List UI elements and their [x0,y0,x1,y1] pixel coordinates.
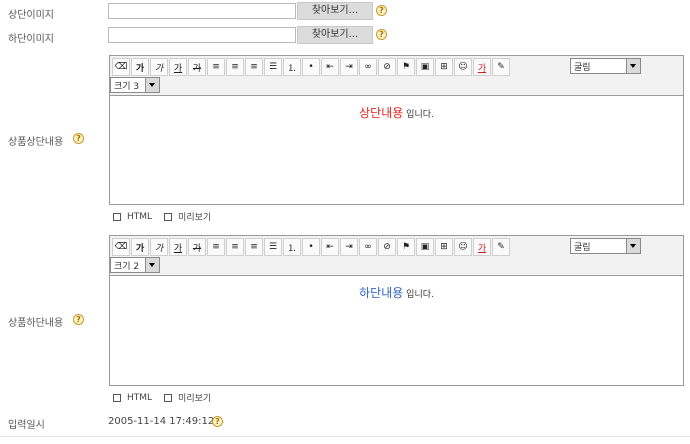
html-checkbox-label: HTML [127,211,153,222]
flag-icon[interactable]: ⚑ [397,58,415,76]
flag-icon[interactable]: ⚑ [397,238,415,256]
top-content-options: HTML 미리보기 [113,210,211,223]
help-icon[interactable]: ? [73,314,84,325]
html-checkbox[interactable] [113,393,121,402]
bottom-content-options: HTML 미리보기 [113,391,211,404]
preview-checkbox-label: 미리보기 [178,394,212,404]
emoticon-icon[interactable]: ☺ [454,58,472,76]
image-icon[interactable]: ▣ [416,58,434,76]
strikethrough-icon[interactable]: 가 [188,238,206,256]
entry-date-label: 입력일시 [8,420,45,431]
top-content-label: 상품상단내용 [8,137,64,148]
top-image-browse-button[interactable]: 찾아보기... [297,2,373,20]
editor-content-text: 하단내용 입니다. [359,286,434,300]
align-left-icon[interactable]: ≡ [207,238,225,256]
preview-checkbox[interactable] [164,393,173,402]
font-size-select[interactable]: 크기 2 [110,257,160,273]
italic-icon[interactable]: 가 [150,238,168,256]
help-icon[interactable]: ? [73,133,84,144]
eraser-icon[interactable]: ⌫ [112,58,130,76]
bottom-image-browse-button[interactable]: 찾아보기... [297,26,373,44]
align-center-icon[interactable]: ≡ [226,58,244,76]
top-content-editor: ⌫ 가 가 가 가 ≡ ≡ ≡ ☰ ⒈ • ⇤ ⇥ ∞ ⊘ ⚑ ▣ ⊞ ☺ 가 … [109,55,684,205]
strikethrough-icon[interactable]: 가 [188,58,206,76]
help-icon[interactable]: ? [212,416,223,427]
unordered-list-icon[interactable]: • [302,58,320,76]
bottom-divider [0,436,690,437]
link-icon[interactable]: ∞ [359,58,377,76]
underline-icon[interactable]: 가 [169,238,187,256]
eraser-icon[interactable]: ⌫ [112,238,130,256]
align-left-icon[interactable]: ≡ [207,58,225,76]
preview-checkbox[interactable] [164,212,173,221]
font-color-icon[interactable]: 가 [473,58,491,76]
html-checkbox-label: HTML [127,392,153,403]
preview-checkbox-label: 미리보기 [178,213,212,223]
indent-icon[interactable]: ⇥ [340,238,358,256]
entry-date-value: 2005-11-14 17:49:12 [108,416,215,427]
ordered-list-icon[interactable]: ⒈ [283,238,301,256]
bottom-image-file-input[interactable] [108,27,296,43]
outdent-icon[interactable]: ⇤ [321,238,339,256]
highlight-icon[interactable]: ✎ [492,58,510,76]
editor-toolbar: ⌫ 가 가 가 가 ≡ ≡ ≡ ☰ ⒈ • ⇤ ⇥ ∞ ⊘ ⚑ ▣ ⊞ ☺ 가 … [110,56,683,96]
unlink-icon[interactable]: ⊘ [378,58,396,76]
font-family-select[interactable]: 굴림 [570,238,641,254]
indent-icon[interactable]: ⇥ [340,58,358,76]
ordered-list-icon[interactable]: ⒈ [283,58,301,76]
html-checkbox[interactable] [113,212,121,221]
table-icon[interactable]: ⊞ [435,238,453,256]
bottom-image-label: 하단이미지 [8,34,54,45]
editor-toolbar: ⌫ 가 가 가 가 ≡ ≡ ≡ ☰ ⒈ • ⇤ ⇥ ∞ ⊘ ⚑ ▣ ⊞ ☺ 가 … [110,236,683,276]
underline-icon[interactable]: 가 [169,58,187,76]
bottom-content-editor: ⌫ 가 가 가 가 ≡ ≡ ≡ ☰ ⒈ • ⇤ ⇥ ∞ ⊘ ⚑ ▣ ⊞ ☺ 가 … [109,235,684,386]
font-family-select[interactable]: 굴림 [570,58,641,74]
font-size-select[interactable]: 크기 3 [110,77,160,93]
help-icon[interactable]: ? [376,29,387,40]
editor-content-text: 상단내용 입니다. [359,106,434,120]
align-justify-icon[interactable]: ☰ [264,58,282,76]
bold-icon[interactable]: 가 [131,238,149,256]
top-image-label: 상단이미지 [8,10,54,21]
emoticon-icon[interactable]: ☺ [454,238,472,256]
chevron-down-icon [626,239,640,253]
link-icon[interactable]: ∞ [359,238,377,256]
outdent-icon[interactable]: ⇤ [321,58,339,76]
bottom-content-label: 상품하단내용 [8,318,64,329]
bold-icon[interactable]: 가 [131,58,149,76]
unordered-list-icon[interactable]: • [302,238,320,256]
align-justify-icon[interactable]: ☰ [264,238,282,256]
highlight-icon[interactable]: ✎ [492,238,510,256]
chevron-down-icon [626,59,640,73]
align-right-icon[interactable]: ≡ [245,58,263,76]
chevron-down-icon [145,78,159,92]
align-right-icon[interactable]: ≡ [245,238,263,256]
help-icon[interactable]: ? [376,5,387,16]
align-center-icon[interactable]: ≡ [226,238,244,256]
font-color-icon[interactable]: 가 [473,238,491,256]
italic-icon[interactable]: 가 [150,58,168,76]
image-icon[interactable]: ▣ [416,238,434,256]
table-icon[interactable]: ⊞ [435,58,453,76]
unlink-icon[interactable]: ⊘ [378,238,396,256]
chevron-down-icon [145,258,159,272]
top-image-file-input[interactable] [108,3,296,19]
